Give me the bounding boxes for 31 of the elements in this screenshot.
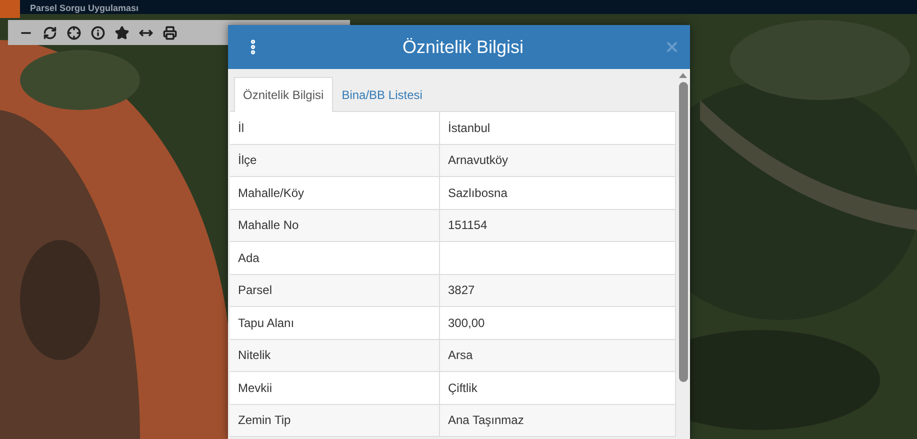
field-value-cell: İstanbul [440,112,676,144]
field-name-cell: Nitelik [230,340,440,371]
field-name-cell: İlçe [230,144,440,176]
field-value-cell: Arnavutköy [440,144,676,176]
scrollbar-thumb[interactable] [678,82,688,382]
field-name-cell: Mevkii [230,372,440,404]
print-icon[interactable] [162,24,178,40]
field-name-cell: Tapu Alanı [230,307,440,338]
field-value-cell: Arsa [440,340,676,371]
field-name-cell: İl [230,112,440,144]
crosshair-icon[interactable] [66,24,82,40]
field-name-cell: Ada [230,242,440,274]
field-value-cell: Sazlıbosna [440,177,676,208]
field-name-cell: Parsel [230,274,440,306]
dialog-title: Öznitelik Bilgisi [401,36,525,58]
tab[interactable]: Bina/BB Listesi [332,77,432,112]
field-value-cell: 300,00 [440,307,676,338]
star-icon[interactable] [114,24,130,40]
field-value-cell: Ana Taşınmaz [440,404,676,436]
tab[interactable]: Öznitelik Bilgisi [234,77,333,112]
field-value-cell: Çiftlik [440,372,676,404]
field-value-cell: 3827 [440,274,676,306]
field-value-cell: 151154 [440,210,676,241]
scroll-up-icon[interactable] [679,73,687,78]
app-title: Parsel Sorgu Uygulaması [30,3,139,14]
field-name-cell: Mahalle/Köy [230,177,440,208]
info-icon[interactable] [90,24,106,40]
logo [0,0,20,18]
field-name-cell: Mahalle No [230,210,440,241]
refresh-icon[interactable] [42,24,58,40]
field-name-cell: Zemin Tip [230,404,440,436]
